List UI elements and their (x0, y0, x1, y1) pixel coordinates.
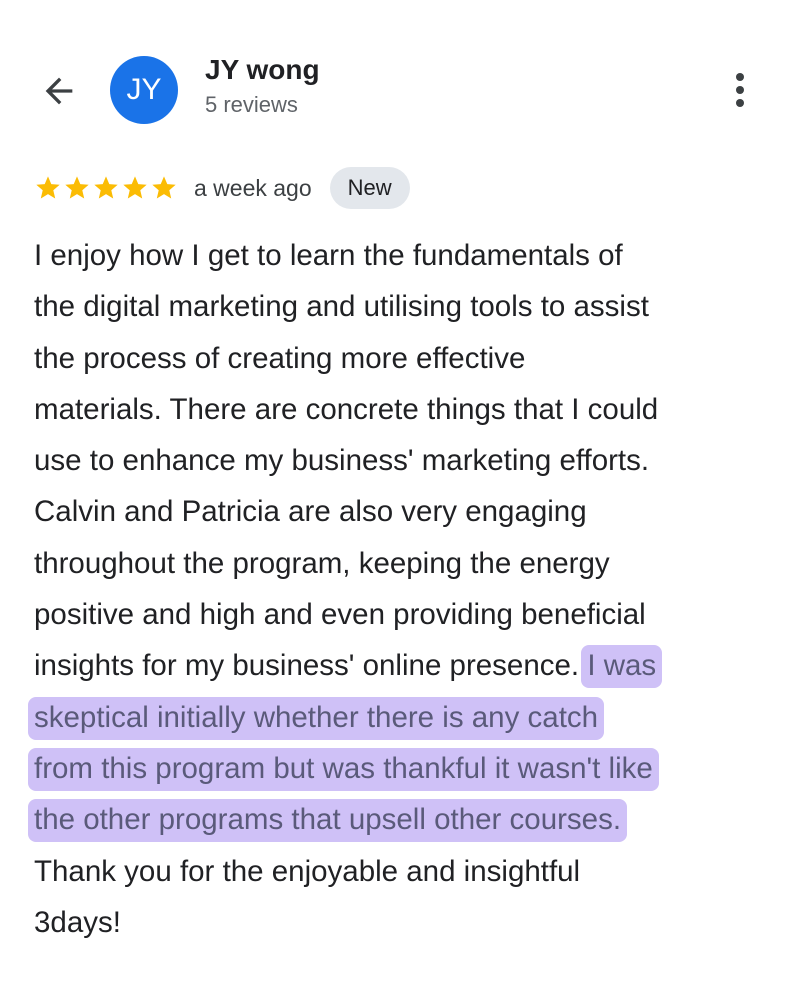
review-text-segment: the process of creating more effective (34, 341, 526, 375)
star-icon (152, 176, 176, 199)
highlighted-text: I was (581, 645, 663, 689)
avatar[interactable]: JY (110, 56, 178, 124)
review-text-line: the other programs that upsell other cou… (28, 794, 774, 845)
review-text-line: Calvin and Patricia are also very engagi… (34, 486, 774, 537)
more-vertical-icon-dot (736, 86, 744, 94)
review-body: I enjoy how I get to learn the fundament… (28, 230, 774, 948)
review-text-line: skeptical initially whether there is any… (28, 692, 774, 743)
review-text-line: the digital marketing and utilising tool… (34, 281, 774, 332)
highlighted-text: skeptical initially whether there is any… (28, 696, 605, 740)
more-options-button[interactable] (724, 66, 756, 114)
review-text-line: use to enhance my business' marketing ef… (34, 435, 774, 486)
reviewer-name[interactable]: JY wong (205, 54, 320, 86)
highlighted-text: from this program but was thankful it wa… (28, 747, 659, 791)
star-icon (65, 176, 89, 199)
review-text-segment: insights for my business' online presenc… (34, 649, 588, 683)
review-text-segment: throughout the program, keeping the ener… (34, 546, 610, 580)
star-icon (123, 176, 147, 199)
review-header: JY JY wong 5 reviews (0, 0, 800, 160)
review-text-line: from this program but was thankful it wa… (28, 743, 774, 794)
arrow-left-icon (45, 77, 73, 105)
review-text-segment: I enjoy how I get to learn the fundament… (34, 239, 623, 272)
star-icon (36, 176, 60, 199)
more-vertical-icon-dot (736, 99, 744, 107)
review-time: a week ago (194, 174, 312, 201)
star-icon (94, 176, 118, 199)
review-text-segment: use to enhance my business' marketing ef… (34, 444, 650, 478)
review-text-segment: positive and high and even providing ben… (34, 598, 646, 632)
star-rating (34, 174, 178, 202)
review-text-segment: materials. There are concrete things tha… (34, 392, 659, 426)
review-text-segment: the digital marketing and utilising tool… (34, 290, 649, 324)
new-badge: New (329, 167, 410, 209)
more-vertical-icon (736, 73, 744, 81)
avatar-initials: JY (126, 73, 162, 106)
review-text-line: positive and high and even providing ben… (34, 589, 774, 640)
review-text-line: the process of creating more effective (34, 333, 774, 384)
review-text-line: Thank you for the enjoyable and insightf… (34, 846, 774, 897)
review-text-segment: Thank you for the enjoyable and insightf… (34, 854, 581, 888)
highlighted-text: the other programs that upsell other cou… (28, 799, 628, 843)
review-text-segment: 3days! (34, 905, 121, 939)
review-text-line: I enjoy how I get to learn the fundament… (34, 230, 774, 281)
review-text-line: 3days! (34, 897, 774, 948)
review-count[interactable]: 5 reviews (205, 92, 298, 118)
review-text-line: insights for my business' online presenc… (34, 640, 774, 691)
review-text-segment: Calvin and Patricia are also very engagi… (34, 495, 587, 529)
review-text-line: materials. There are concrete things tha… (34, 384, 774, 435)
review-meta: a week ago New (34, 166, 410, 210)
review-text-line: throughout the program, keeping the ener… (34, 538, 774, 589)
back-button[interactable] (36, 68, 82, 114)
